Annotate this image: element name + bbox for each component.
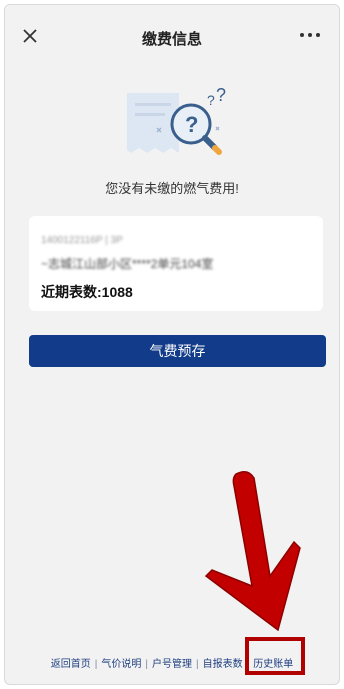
app-frame: 缴费信息 ? ? ? 您没有未缴的燃气费用! 1400122116P | 3P … bbox=[4, 4, 340, 685]
no-bill-message: 您没有未缴的燃气费用! bbox=[105, 181, 239, 196]
footer-separator: | bbox=[145, 659, 148, 670]
footer-link-price-info[interactable]: 气价说明 bbox=[101, 659, 141, 670]
empty-bill-illustration: ? ? ? bbox=[127, 87, 226, 155]
footer-separator: | bbox=[196, 659, 199, 670]
footer-link-home[interactable]: 返回首页 bbox=[51, 659, 91, 670]
prestore-button[interactable]: 气费预存 bbox=[29, 335, 326, 367]
svg-text:?: ? bbox=[185, 112, 198, 137]
page-title: 缴费信息 bbox=[141, 31, 202, 48]
account-address: ~志城江山部小区****2单元104室 bbox=[41, 257, 214, 271]
highlight-box bbox=[245, 637, 305, 675]
nav-bar: 缴费信息 bbox=[5, 5, 339, 65]
account-card[interactable]: 1400122116P | 3P ~志城江山部小区****2单元104室 近期表… bbox=[29, 216, 323, 311]
svg-text:?: ? bbox=[207, 92, 215, 108]
footer-link-self-report[interactable]: 自报表数 bbox=[203, 659, 243, 670]
meter-reading: 近期表数:1088 bbox=[41, 284, 133, 300]
more-icon[interactable] bbox=[299, 27, 321, 43]
footer-link-account-management[interactable]: 户号管理 bbox=[152, 659, 192, 670]
svg-text:?: ? bbox=[216, 87, 226, 105]
footer-separator: | bbox=[94, 659, 98, 670]
account-number: 1400122116P | 3P bbox=[41, 235, 123, 246]
